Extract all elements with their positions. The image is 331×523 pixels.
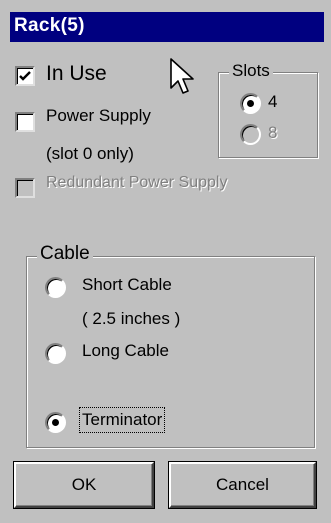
short-cable-label[interactable]: Short Cable xyxy=(82,275,172,295)
slots-4-label[interactable]: 4 xyxy=(268,92,277,112)
cable-group-title: Cable xyxy=(37,243,93,265)
slots-4-radio[interactable] xyxy=(240,93,261,114)
slots-group: Slots xyxy=(218,61,318,158)
radio-selected-dot xyxy=(247,100,254,107)
long-cable-radio[interactable] xyxy=(45,343,66,364)
redundant-power-supply-checkbox[interactable] xyxy=(15,178,35,198)
in-use-checkbox[interactable] xyxy=(15,66,35,86)
short-cable-radio[interactable] xyxy=(45,277,66,298)
in-use-label[interactable]: In Use xyxy=(46,62,107,86)
window-title: Rack(5) xyxy=(14,15,85,36)
power-supply-note: (slot 0 only) xyxy=(46,144,134,163)
redundant-power-supply-label: Redundant Power Supply xyxy=(46,174,228,191)
ok-button[interactable]: OK xyxy=(14,462,154,508)
rack-dialog: Rack(5) In Use Power Supply (slot 0 only… xyxy=(0,0,331,523)
radio-selected-dot xyxy=(52,419,59,426)
mouse-cursor-icon xyxy=(170,58,194,94)
checkmark-icon xyxy=(19,71,31,81)
slots-8-radio[interactable] xyxy=(240,124,261,145)
terminator-label[interactable]: Terminator xyxy=(78,407,166,433)
slots-group-title: Slots xyxy=(229,61,273,81)
title-bar[interactable]: Rack(5) xyxy=(10,12,324,42)
power-supply-checkbox[interactable] xyxy=(15,112,35,132)
power-supply-label[interactable]: Power Supply xyxy=(46,106,151,126)
terminator-radio[interactable] xyxy=(45,412,66,433)
short-cable-note: ( 2.5 inches ) xyxy=(82,309,181,328)
cancel-button[interactable]: Cancel xyxy=(169,462,316,508)
long-cable-label[interactable]: Long Cable xyxy=(82,341,169,361)
slots-8-label: 8 xyxy=(268,123,278,142)
